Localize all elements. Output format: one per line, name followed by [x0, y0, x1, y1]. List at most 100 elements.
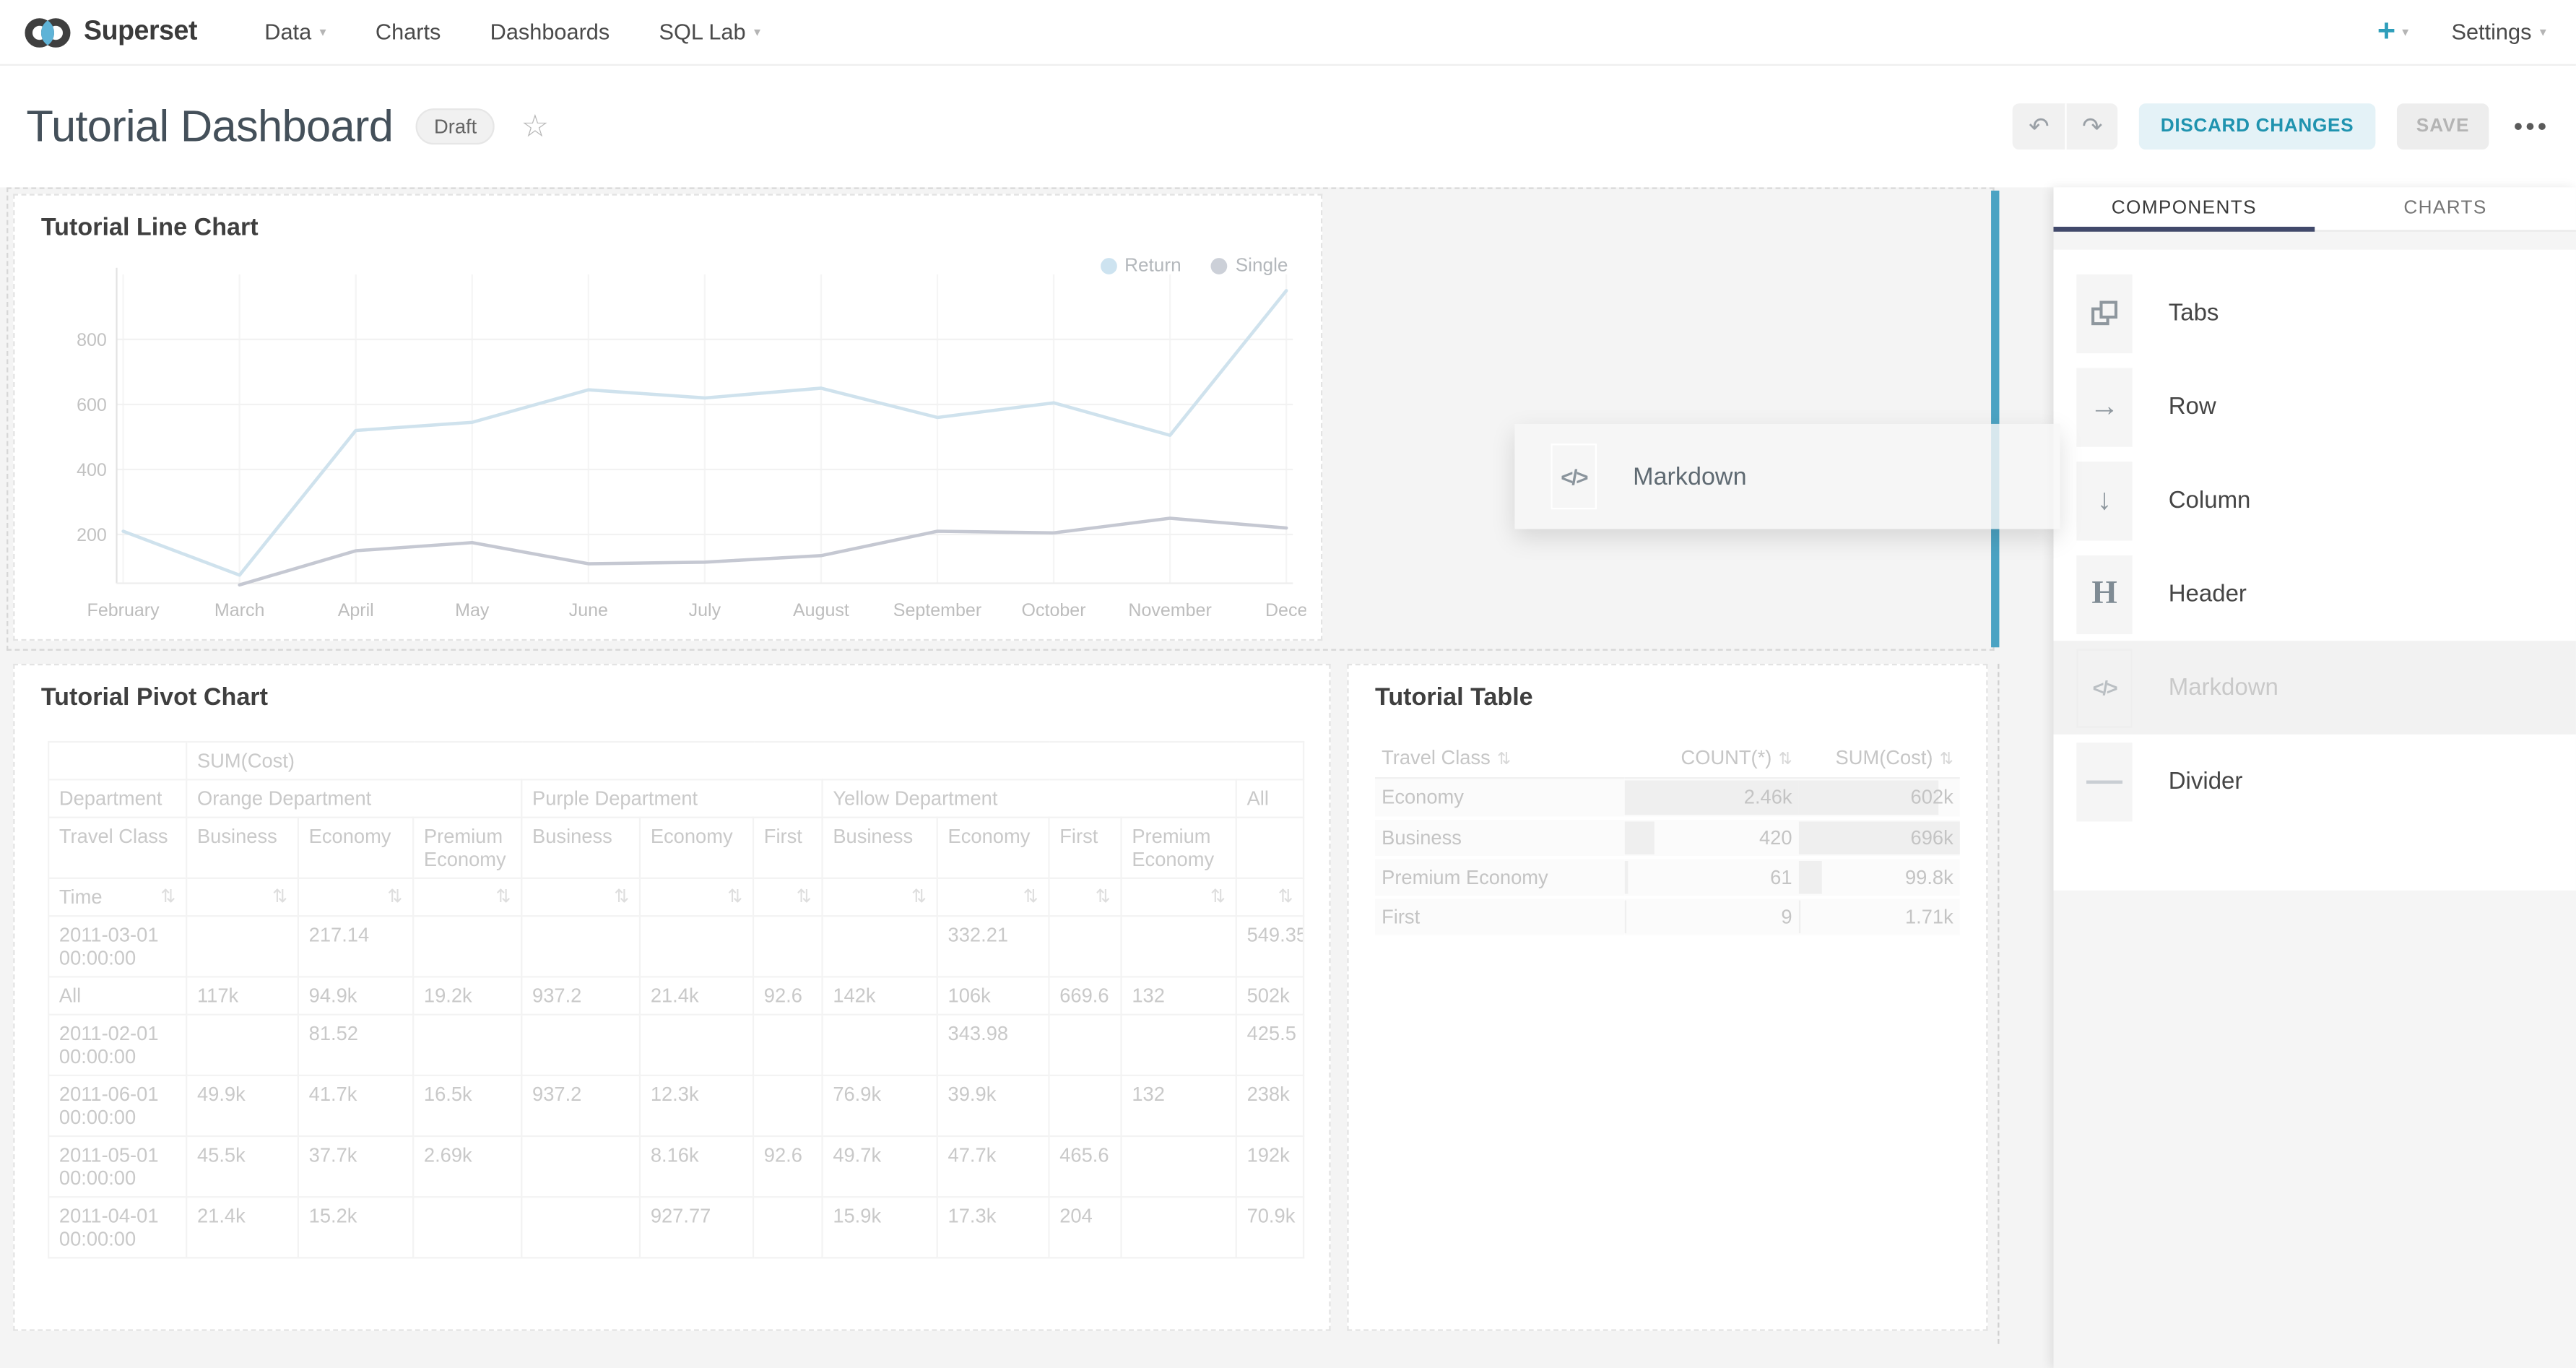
line-chart-svg: 200400600800FebruaryMarchAprilMayJuneJul…: [41, 261, 1306, 639]
pivot-group-header[interactable]: Yellow Department: [823, 779, 1236, 817]
pivot-class-header[interactable]: Business: [521, 818, 640, 878]
sidebar-item-header[interactable]: HHeader: [2054, 547, 2576, 641]
pivot-class-header[interactable]: First: [1049, 818, 1121, 878]
legend-item-single[interactable]: Single: [1211, 256, 1288, 276]
settings-menu[interactable]: Settings ▾: [2451, 20, 2546, 44]
row-icon: →: [2090, 389, 2120, 424]
table-row[interactable]: Premium Economy6199.8k: [1375, 857, 1960, 896]
page-title[interactable]: Tutorial Dashboard: [26, 101, 393, 152]
pivot-class-header[interactable]: Premium Economy: [1122, 818, 1236, 878]
sort-icon[interactable]: ⇅: [1023, 886, 1038, 907]
svg-text:800: 800: [77, 330, 107, 350]
pivot-sort-cell[interactable]: ⇅: [823, 878, 937, 916]
table-cell: 9: [1624, 896, 1799, 936]
pivot-class-header[interactable]: Economy: [640, 818, 753, 878]
redo-button[interactable]: ↷: [2065, 103, 2118, 150]
pivot-value-cell: 19.2k: [413, 977, 521, 1014]
pivot-sort-cell[interactable]: ⇅: [1049, 878, 1121, 916]
brand-name: Superset: [84, 17, 197, 48]
undo-button[interactable]: ↶: [2013, 103, 2065, 150]
pivot-chart-card[interactable]: Tutorial Pivot Chart SUM(Cost)Department…: [13, 664, 1330, 1331]
sort-icon[interactable]: ⇅: [1278, 886, 1293, 907]
icon-tile: ↓: [2076, 461, 2132, 540]
pivot-value-cell: 94.9k: [298, 977, 413, 1014]
table-chart-card[interactable]: Tutorial Table Travel Class⇅COUNT(*)⇅SUM…: [1347, 664, 1987, 1331]
pivot-class-header[interactable]: Premium Economy: [413, 818, 521, 878]
table-row[interactable]: Business420696k: [1375, 818, 1960, 857]
pivot-class-header[interactable]: Business: [823, 818, 937, 878]
sort-icon[interactable]: ⇅: [911, 886, 927, 907]
pivot-value-cell: [753, 1197, 823, 1257]
nav-item-data[interactable]: Data▾: [240, 0, 351, 64]
pivot-sort-cell[interactable]: ⇅: [753, 878, 823, 916]
pivot-value-cell: 217.14: [298, 916, 413, 977]
save-button[interactable]: SAVE: [2396, 103, 2489, 150]
pivot-group-header[interactable]: All: [1236, 779, 1304, 817]
sort-icon[interactable]: ⇅: [727, 886, 742, 907]
pivot-sort-cell[interactable]: ⇅: [1122, 878, 1236, 916]
pivot-group-header[interactable]: Orange Department: [186, 779, 521, 817]
sort-icon[interactable]: ⇅: [1940, 751, 1953, 769]
sort-icon[interactable]: ⇅: [160, 886, 175, 907]
pivot-class-header[interactable]: Economy: [937, 818, 1049, 878]
svg-text:March: March: [214, 600, 265, 620]
pivot-value-cell: [1049, 1075, 1121, 1136]
nav-item-charts[interactable]: Charts: [351, 0, 466, 64]
sort-icon[interactable]: ⇅: [614, 886, 629, 907]
cell-bar: [1624, 899, 1625, 932]
table-column-header[interactable]: SUM(Cost) ⇅: [1799, 737, 1960, 778]
pivot-sort-cell[interactable]: ⇅: [298, 878, 413, 916]
sort-icon[interactable]: ⇅: [1096, 886, 1111, 907]
line-chart-card[interactable]: Tutorial Line Chart ReturnSingle 2004006…: [13, 194, 1322, 641]
legend-item-return[interactable]: Return: [1100, 256, 1181, 276]
cell-bar: [1624, 821, 1654, 853]
sidebar-item-column[interactable]: ↓Column: [2054, 454, 2576, 547]
sort-icon[interactable]: ⇅: [495, 886, 511, 907]
tab-components[interactable]: COMPONENTS: [2054, 187, 2315, 230]
pivot-sort-cell[interactable]: ⇅: [640, 878, 753, 916]
table-column-header[interactable]: COUNT(*)⇅: [1624, 737, 1799, 778]
pivot-value-cell: 549.35: [1236, 916, 1304, 977]
svg-text:October: October: [1022, 600, 1086, 620]
pivot-value-cell: 669.6: [1049, 977, 1121, 1014]
pivot-sort-cell[interactable]: ⇅: [521, 878, 640, 916]
sort-icon[interactable]: ⇅: [1210, 886, 1226, 907]
superset-logo[interactable]: Superset: [23, 14, 197, 50]
nav-item-dashboards[interactable]: Dashboards: [466, 0, 635, 64]
table-row[interactable]: First91.71k: [1375, 896, 1960, 936]
sort-icon[interactable]: ⇅: [387, 886, 402, 907]
table-column-header[interactable]: Travel Class⇅: [1375, 737, 1624, 778]
add-new-button[interactable]: + ▾: [2377, 17, 2409, 48]
sidebar-item-divider[interactable]: Divider: [2054, 735, 2576, 828]
sidebar-item-row[interactable]: →Row: [2054, 360, 2576, 454]
pivot-value-cell: [413, 916, 521, 977]
sort-icon[interactable]: ⇅: [797, 886, 812, 907]
sort-icon[interactable]: ⇅: [1497, 751, 1511, 769]
nav-item-sql-lab[interactable]: SQL Lab▾: [634, 0, 785, 64]
sort-icon[interactable]: ⇅: [1778, 751, 1792, 769]
pivot-group-header[interactable]: Purple Department: [521, 779, 822, 817]
pivot-sort-cell[interactable]: ⇅: [1236, 878, 1304, 916]
pivot-class-header[interactable]: Business: [186, 818, 298, 878]
sidebar-item-tabs[interactable]: Tabs: [2054, 267, 2576, 360]
tab-charts[interactable]: CHARTS: [2315, 187, 2576, 230]
drag-preview-markdown[interactable]: </> Markdown: [1514, 424, 2060, 529]
pivot-sort-cell[interactable]: ⇅: [937, 878, 1049, 916]
pivot-class-header[interactable]: Economy: [298, 818, 413, 878]
sort-icon[interactable]: ⇅: [272, 886, 287, 907]
favorite-star-icon[interactable]: ☆: [521, 108, 550, 145]
pivot-class-header[interactable]: First: [753, 818, 823, 878]
pivot-value-cell: [521, 1136, 640, 1197]
column-header-label: SUM(Cost): [1836, 746, 1933, 769]
table-row[interactable]: Economy2.46k602k: [1375, 778, 1960, 818]
pivot-value-cell: 17.3k: [937, 1197, 1049, 1257]
pivot-sort-cell[interactable]: ⇅: [186, 878, 298, 916]
table-row: 2011-04-01 00:00:0021.4k15.2k927.7715.9k…: [48, 1197, 1304, 1257]
discard-changes-button[interactable]: DISCARD CHANGES: [2139, 103, 2375, 150]
sidebar-item-markdown[interactable]: </>Markdown: [2054, 641, 2576, 735]
pivot-sort-cell[interactable]: ⇅: [413, 878, 521, 916]
pivot-rowlabel-header: Travel Class: [48, 818, 186, 878]
pivot-time-header[interactable]: Time⇅: [48, 878, 186, 916]
more-options-icon[interactable]: •••: [2514, 113, 2550, 141]
pivot-class-header[interactable]: [1236, 818, 1304, 878]
